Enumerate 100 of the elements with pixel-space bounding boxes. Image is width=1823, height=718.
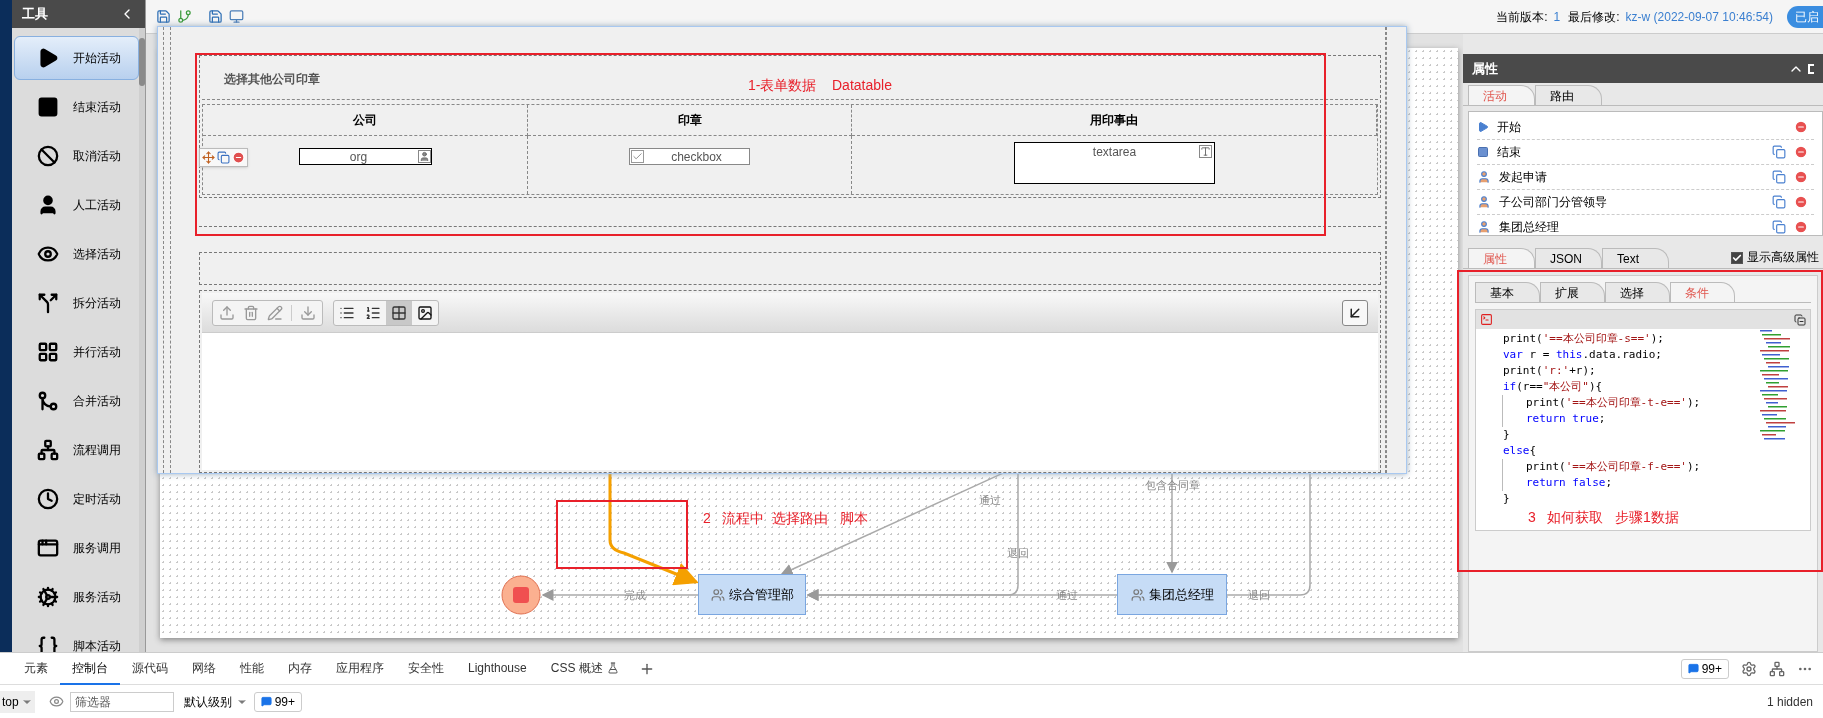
trash-icon[interactable] bbox=[243, 304, 259, 321]
delete-icon[interactable] bbox=[1794, 145, 1808, 159]
copy-icon[interactable] bbox=[1772, 170, 1786, 184]
collapse-icon[interactable] bbox=[1342, 299, 1368, 326]
tool-item[interactable]: 取消活动 bbox=[14, 134, 139, 178]
branch-icon[interactable] bbox=[177, 9, 192, 24]
edit-icon[interactable] bbox=[267, 304, 283, 321]
message-icon bbox=[1687, 663, 1699, 674]
connector-label: 通过 bbox=[979, 494, 1001, 506]
devtools-tab[interactable]: Lighthouse bbox=[456, 652, 539, 685]
checkbox-field[interactable]: checkbox bbox=[629, 148, 750, 165]
devtools-tab[interactable]: 内存 bbox=[276, 652, 324, 685]
delete-icon[interactable] bbox=[1794, 170, 1808, 184]
tool-item[interactable]: 服务活动 bbox=[14, 575, 139, 619]
download-icon[interactable] bbox=[300, 304, 316, 321]
textarea-field[interactable]: textarea bbox=[1014, 142, 1215, 184]
code-line: return false; bbox=[1502, 475, 1613, 491]
code-line: print('r:'+r); bbox=[1502, 363, 1596, 379]
devtools-tab[interactable]: 安全性 bbox=[396, 652, 456, 685]
delete-icon[interactable] bbox=[1794, 195, 1808, 209]
code-line: } bbox=[1502, 491, 1510, 507]
grid-icon[interactable] bbox=[386, 300, 412, 325]
delete-icon[interactable] bbox=[1794, 220, 1808, 234]
tool-item[interactable]: 流程调用 bbox=[14, 428, 139, 472]
users-icon bbox=[1130, 587, 1145, 602]
window-icon[interactable] bbox=[1808, 63, 1814, 74]
connection-icon[interactable] bbox=[1769, 660, 1785, 677]
restore-icon[interactable] bbox=[1794, 313, 1806, 326]
tool-item[interactable]: 脚本活动 bbox=[14, 624, 139, 652]
tool-item[interactable]: 人工活动 bbox=[14, 183, 139, 227]
tab[interactable]: JSON bbox=[1535, 248, 1602, 268]
settings-icon[interactable] bbox=[1741, 660, 1757, 677]
activity-item[interactable]: 开始 bbox=[1477, 115, 1814, 140]
upload-icon[interactable] bbox=[219, 304, 235, 321]
tab[interactable]: 扩展 bbox=[1540, 282, 1605, 302]
terminal-icon[interactable] bbox=[1480, 313, 1493, 326]
devtools-tab[interactable]: 网络 bbox=[180, 652, 228, 685]
devtools-tab[interactable]: CSS 概述 bbox=[538, 652, 631, 685]
tab[interactable]: Text bbox=[1602, 248, 1669, 268]
tab[interactable]: 路由 bbox=[1535, 85, 1602, 105]
devtools-tab[interactable]: 应用程序 bbox=[324, 652, 396, 685]
code-line: if(r=="本公司"){ bbox=[1502, 379, 1603, 395]
copy-icon[interactable] bbox=[217, 151, 230, 164]
checkbox[interactable] bbox=[1731, 252, 1743, 264]
tool-item[interactable]: 结束活动 bbox=[14, 85, 139, 129]
user-icon bbox=[1477, 220, 1491, 234]
devtools-tab[interactable]: 性能 bbox=[228, 652, 276, 685]
tool-item[interactable]: 开始活动 bbox=[14, 36, 139, 80]
connector-arrow[interactable] bbox=[541, 589, 699, 601]
org-field[interactable]: org bbox=[298, 148, 432, 165]
activity-item[interactable]: 结束 bbox=[1477, 140, 1814, 165]
tool-item[interactable]: 合并活动 bbox=[14, 379, 139, 423]
tool-item[interactable]: 拆分活动 bbox=[14, 281, 139, 325]
save-icon[interactable] bbox=[156, 9, 171, 24]
text-icon bbox=[1199, 145, 1212, 158]
activity-item[interactable]: 子公司部门分管领导 bbox=[1477, 190, 1814, 215]
play-icon bbox=[37, 47, 59, 69]
devtools-tab[interactable]: 控制台 bbox=[60, 652, 120, 685]
flow-node[interactable]: 集团总经理 bbox=[1117, 574, 1227, 615]
copy-icon[interactable] bbox=[1772, 145, 1786, 159]
filter-field[interactable]: 筛选器 bbox=[69, 691, 174, 712]
copy-icon[interactable] bbox=[1772, 195, 1786, 209]
flask-icon bbox=[606, 661, 619, 674]
tool-item[interactable]: 定时活动 bbox=[14, 477, 139, 521]
tab[interactable]: 基本 bbox=[1475, 282, 1540, 302]
flow-node[interactable]: 综合管理部 bbox=[698, 574, 806, 615]
modified-label: 最后修改: bbox=[1568, 8, 1620, 26]
tab[interactable]: 属性 bbox=[1468, 248, 1535, 268]
window-icon[interactable] bbox=[229, 9, 244, 24]
code-line: var r = this.data.radio; bbox=[1502, 347, 1662, 363]
eye-icon[interactable] bbox=[48, 694, 64, 709]
tab[interactable]: 选择 bbox=[1605, 282, 1670, 302]
issues-badge[interactable]: 99+ bbox=[253, 691, 303, 712]
devtools-tab[interactable]: 元素 bbox=[12, 652, 60, 685]
version-number: 1 bbox=[1553, 8, 1561, 26]
tab[interactable]: 活动 bbox=[1468, 85, 1535, 105]
annotation-text: 3 如何获取 步骤1数据 bbox=[1528, 509, 1679, 525]
delete-icon[interactable] bbox=[232, 151, 245, 164]
copy-icon[interactable] bbox=[1772, 220, 1786, 234]
devtools-tab[interactable]: 源代码 bbox=[120, 652, 180, 685]
level-dropdown[interactable]: 默认级别 bbox=[183, 692, 248, 711]
code-editor[interactable]: print('==本公司印章-s=='); var r = this.data.radio; print('r:'+r); if(r=="本公司"){ print('==本公司印章-t-e=='); return true; } else{ print('==本公司印章-f-e=='); return false; } 3 如何获取 步骤1数据 bbox=[1475, 309, 1811, 531]
tab[interactable]: 条件 bbox=[1670, 282, 1735, 302]
tool-item[interactable]: 服务调用 bbox=[14, 526, 139, 570]
user-icon bbox=[1477, 195, 1491, 209]
panel-title: 属性 bbox=[1472, 59, 1499, 78]
delete-icon[interactable] bbox=[1794, 120, 1808, 134]
tool-item[interactable]: 并行活动 bbox=[14, 330, 139, 374]
issues-badge[interactable]: 99+ bbox=[1680, 658, 1729, 679]
move-icon[interactable] bbox=[202, 151, 215, 164]
context-dropdown[interactable]: top bbox=[0, 690, 35, 713]
sidebar-title: 工具 bbox=[22, 5, 48, 24]
activity-item[interactable]: 发起申请 bbox=[1477, 165, 1814, 190]
end-node[interactable] bbox=[501, 575, 541, 615]
annotation-text: 2 流程中 选择路由 脚本 bbox=[703, 509, 868, 528]
scrollbar-thumb[interactable] bbox=[139, 38, 145, 86]
activity-item[interactable]: 集团总经理 bbox=[1477, 215, 1814, 235]
tool-item[interactable]: 选择活动 bbox=[14, 232, 139, 276]
clock-icon bbox=[37, 488, 59, 510]
split-icon bbox=[37, 292, 59, 314]
